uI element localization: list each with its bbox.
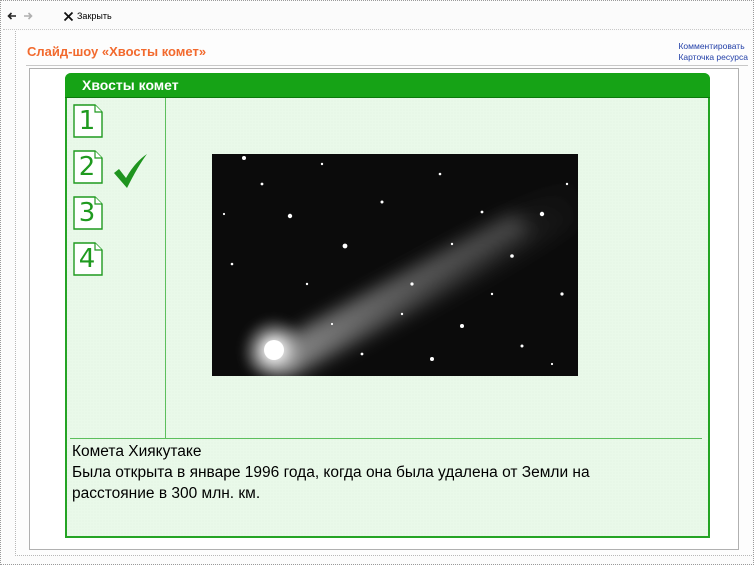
check-icon bbox=[114, 154, 147, 188]
slide-thumb-label: 1 bbox=[78, 106, 96, 136]
comet-image bbox=[212, 154, 578, 376]
back-button[interactable] bbox=[7, 9, 21, 23]
slide-thumbnails: 1 2 3 4 bbox=[67, 98, 166, 438]
comet-photo bbox=[212, 154, 578, 376]
slide-caption: Комета Хиякутаке Была открыта в январе 1… bbox=[72, 441, 692, 504]
slide-thumb-3[interactable]: 3 bbox=[73, 196, 103, 230]
slide-thumb-label: 4 bbox=[78, 244, 96, 274]
page-title: Слайд-шоу «Хвосты комет» bbox=[27, 44, 207, 59]
slide-thumb-2[interactable]: 2 bbox=[73, 150, 103, 184]
forward-arrow-icon bbox=[24, 12, 33, 20]
slide-thumb-1[interactable]: 1 bbox=[73, 104, 103, 138]
resource-card-link[interactable]: Карточка ресурса bbox=[678, 52, 748, 63]
forward-button[interactable] bbox=[23, 9, 37, 23]
slideshow-frame: Хвосты комет 1 2 3 4 Комета Хиякутаке Бы… bbox=[29, 68, 739, 550]
close-button[interactable]: Закрыть bbox=[63, 9, 123, 23]
slide-thumb-label: 3 bbox=[78, 198, 96, 228]
toolbar: Закрыть bbox=[3, 3, 753, 30]
close-x-icon bbox=[63, 11, 74, 21]
comment-link[interactable]: Комментировать bbox=[678, 41, 748, 52]
app-window: Закрыть Слайд-шоу «Хвосты комет» Коммент… bbox=[0, 0, 754, 565]
slideshow-widget: Хвосты комет 1 2 3 4 Комета Хиякутаке Бы… bbox=[65, 73, 710, 538]
back-arrow-icon bbox=[7, 12, 16, 20]
content-area: Слайд-шоу «Хвосты комет» Комментировать … bbox=[15, 31, 752, 556]
slide-thumb-4[interactable]: 4 bbox=[73, 242, 103, 276]
caption-text-line-1: Была открыта в январе 1996 года, когда о… bbox=[72, 464, 590, 481]
close-button-label: Закрыть bbox=[77, 11, 112, 21]
slideshow-header: Хвосты комет bbox=[65, 73, 710, 98]
caption-divider bbox=[70, 438, 702, 439]
caption-title: Комета Хиякутаке bbox=[72, 443, 202, 460]
resource-links: Комментировать Карточка ресурса bbox=[678, 41, 748, 63]
title-divider bbox=[26, 65, 748, 66]
slide-thumb-label: 2 bbox=[78, 152, 96, 182]
caption-text-line-2: расстояние в 300 млн. км. bbox=[72, 485, 261, 502]
slideshow-title: Хвосты комет bbox=[82, 77, 179, 93]
